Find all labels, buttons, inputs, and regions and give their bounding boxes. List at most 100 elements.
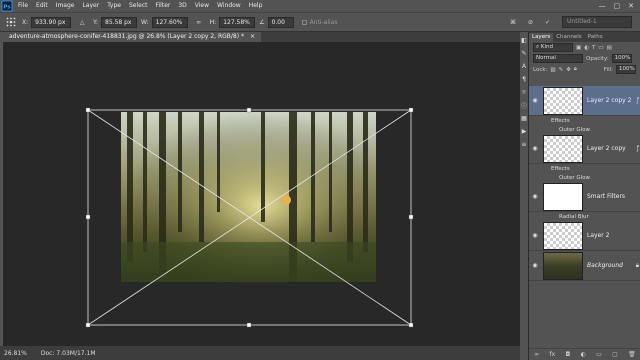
lock-label: Lock: — [533, 66, 548, 73]
menu-view[interactable]: View — [191, 0, 213, 12]
zoom-level[interactable]: 26.81% — [4, 350, 27, 357]
visibility-eye-icon[interactable]: ◉ — [529, 97, 541, 104]
new-adjustment-icon[interactable]: ◐ — [581, 351, 586, 358]
layer-row[interactable]: ◉ Background 🔒︎ — [529, 251, 640, 281]
menu-file[interactable]: File — [14, 0, 32, 12]
adjustments-icon[interactable]: ☼ — [520, 87, 528, 97]
menu-image[interactable]: Image — [52, 0, 79, 12]
add-style-icon[interactable]: fx — [549, 351, 555, 358]
history-icon[interactable]: ◧ — [520, 35, 528, 45]
layer-thumbnail — [543, 86, 583, 115]
trash-icon[interactable]: 🗑︎ — [628, 351, 636, 358]
menu-help[interactable]: Help — [245, 0, 267, 12]
kind-filter-select[interactable]: ⌕ Kind — [533, 43, 573, 52]
fx-icon[interactable]: ƒ — [637, 145, 639, 152]
effect-row[interactable]: Radial Blur — [529, 212, 640, 221]
h-field[interactable]: 127.58% — [219, 16, 256, 28]
y-field[interactable]: 85.58 px — [101, 16, 138, 28]
menu-select[interactable]: Select — [125, 0, 152, 12]
lock-position-icon[interactable]: ✥ — [566, 67, 571, 73]
link-icon[interactable]: ∞ — [192, 16, 206, 28]
effects-row[interactable]: Effects — [529, 164, 640, 173]
commit-transform-icon[interactable]: ✓ — [545, 19, 550, 26]
layer-row[interactable]: ◉ Layer 2 copy ƒ — [529, 134, 640, 164]
menu-edit[interactable]: Edit — [32, 0, 52, 12]
filter-adjust-icon[interactable]: ◐ — [584, 45, 589, 51]
tab-layers[interactable]: Layers — [529, 33, 554, 42]
menu-filter[interactable]: Filter — [152, 0, 175, 12]
x-field[interactable]: 933.90 px — [31, 16, 72, 28]
menubar: Ps File Edit Image Layer Type Select Fil… — [0, 0, 640, 12]
effect-row[interactable]: Outer Glow — [529, 125, 640, 134]
actions-icon[interactable]: ▶ — [520, 126, 528, 136]
y-label: Y: — [93, 18, 99, 26]
properties-icon[interactable]: ≡ — [520, 139, 528, 149]
cursor-icon — [281, 195, 291, 205]
new-group-icon[interactable]: ▭ — [596, 351, 602, 358]
effects-row[interactable]: Effects — [529, 116, 640, 125]
filter-shape-icon[interactable]: ▭ — [598, 45, 603, 51]
visibility-eye-icon[interactable]: ◉ — [529, 232, 541, 239]
maximize-button[interactable]: ▢ — [614, 2, 621, 10]
lock-row: Lock: ▧ ✎ ✥ 🔒︎ Fill: 100% — [529, 64, 640, 75]
antialias-checkbox[interactable]: Anti-alias — [301, 19, 337, 26]
forest-photo — [121, 112, 376, 282]
doc-size[interactable]: Doc: 7.03M/17.1M — [41, 350, 96, 357]
canvas-area[interactable] — [3, 42, 520, 346]
paragraph-icon[interactable]: ¶ — [520, 74, 528, 84]
panel-icon-strip: ◧ ✎ A ¶ ☼ ⓘ ▦ ▶ ≡ — [520, 32, 528, 360]
visibility-eye-icon[interactable]: ◉ — [529, 145, 541, 152]
blend-mode-select[interactable]: Normal — [533, 54, 583, 63]
menu-window[interactable]: Window — [213, 0, 245, 12]
blend-row: Normal Opacity: 100% — [529, 53, 640, 64]
status-bar: 26.81% Doc: 7.03M/17.1M — [0, 346, 520, 360]
tab-channels[interactable]: Channels — [553, 33, 584, 42]
warp-icon[interactable]: ⌘ — [510, 19, 516, 26]
effect-row[interactable]: Outer Glow — [529, 173, 640, 182]
canvas-svg — [85, 107, 414, 328]
layer-name[interactable]: Background — [587, 262, 623, 269]
w-field[interactable]: 127.60% — [151, 16, 188, 28]
smart-filters-row[interactable]: ◉ Smart Filters — [529, 182, 640, 212]
info-icon[interactable]: ⓘ — [520, 100, 528, 110]
lock-all-icon[interactable]: 🔒︎ — [574, 66, 577, 73]
smart-filters-label[interactable]: Smart Filters — [587, 193, 625, 200]
minimize-button[interactable]: — — [599, 2, 606, 10]
layer-row[interactable]: ◉ Layer 2 — [529, 221, 640, 251]
swatches-icon[interactable]: ▦ — [520, 113, 528, 123]
menu-3d[interactable]: 3D — [174, 0, 190, 12]
window-controls: — ▢ ✕ — [599, 2, 640, 10]
opacity-field[interactable]: 100% — [611, 54, 632, 63]
delta-icon[interactable]: △ — [75, 16, 89, 28]
document-tab-close-icon[interactable]: × — [250, 33, 255, 40]
angle-field[interactable]: 0.00 — [267, 16, 294, 28]
svg-text:Ps: Ps — [3, 5, 11, 11]
visibility-eye-icon[interactable]: ◉ — [529, 193, 541, 200]
character-icon[interactable]: A — [520, 61, 528, 71]
lock-pixels-icon[interactable]: ✎ — [559, 67, 564, 73]
menu-type[interactable]: Type — [103, 0, 125, 12]
menu-layer[interactable]: Layer — [78, 0, 103, 12]
fill-field[interactable]: 100% — [616, 65, 636, 74]
workspace-select[interactable]: Untitled-1 — [562, 16, 632, 28]
visibility-eye-icon[interactable]: ◉ — [529, 262, 541, 269]
document-tab[interactable]: adventure-atmosphere-conifer-418831.jpg … — [3, 32, 261, 42]
effects-label: Effects — [551, 117, 570, 124]
lock-transparent-icon[interactable]: ▧ — [550, 67, 555, 73]
filter-smart-icon[interactable]: ▤ — [607, 45, 612, 51]
tab-paths[interactable]: Paths — [585, 33, 606, 42]
reference-point-icon[interactable] — [4, 16, 18, 28]
layer-name[interactable]: Layer 2 copy 2 — [587, 97, 631, 104]
filter-type-icon[interactable]: T — [592, 45, 595, 51]
add-mask-icon[interactable]: ◘ — [565, 351, 570, 358]
layer-name[interactable]: Layer 2 copy — [587, 145, 626, 152]
cancel-transform-icon[interactable]: ⊘ — [528, 19, 533, 26]
new-layer-icon[interactable]: ▢ — [612, 351, 618, 358]
layer-name[interactable]: Layer 2 — [587, 232, 609, 239]
link-layers-icon[interactable]: ∞ — [534, 351, 539, 358]
brush-icon[interactable]: ✎ — [520, 48, 528, 58]
fx-icon[interactable]: ƒ — [637, 97, 639, 104]
filter-pixel-icon[interactable]: ▣ — [576, 45, 581, 51]
layer-row[interactable]: ◉ Layer 2 copy 2 ƒ — [529, 86, 640, 116]
close-window-button[interactable]: ✕ — [628, 2, 634, 10]
